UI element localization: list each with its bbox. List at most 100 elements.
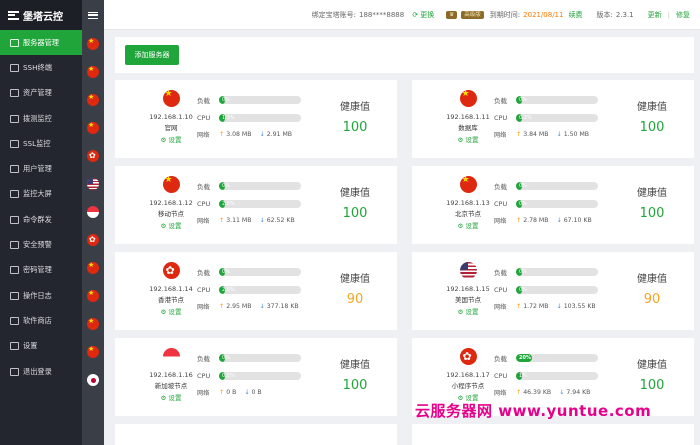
server-shortcut[interactable] — [82, 30, 104, 58]
flag-cn-icon — [87, 290, 99, 302]
server-metrics: 负载 0% CPU 0.5% 网络 ↑ 0 B ↓ 0 B — [197, 352, 315, 397]
settings-label: 设置 — [465, 308, 479, 316]
sidebar-item-11[interactable]: 操作日志 — [0, 283, 82, 308]
alert-icon — [10, 241, 19, 250]
sidebar-item-4[interactable]: 拨测监控 — [0, 106, 82, 131]
cpu-bar: 1% — [516, 372, 598, 380]
sidebar-item-10[interactable]: 密码管理 — [0, 258, 82, 283]
load-bar: 0% — [219, 268, 301, 276]
server-metrics: 负载 0% CPU 2.5% 网络 ↑ 3.11 MB ↓ 62.52 KB — [197, 180, 315, 225]
load-label: 负载 — [494, 97, 507, 105]
flag-us-icon — [459, 262, 477, 279]
upload-value: 1.72 MB — [523, 303, 549, 310]
arrow-up-icon: ↑ — [516, 217, 522, 224]
arrow-down-icon: ↓ — [259, 217, 265, 224]
sidebar-item-6[interactable]: 用户管理 — [0, 156, 82, 181]
change-account-link[interactable]: ⟳ 更换 — [412, 10, 434, 20]
arrow-up-icon: ↑ — [219, 389, 225, 396]
cpu-row: CPU 0.2% — [494, 112, 612, 124]
version-number: 2.3.1 — [615, 10, 634, 19]
server-shortcut[interactable] — [82, 198, 104, 226]
flag-cn-icon — [459, 176, 477, 193]
sidebar-item-label: 退出登录 — [23, 366, 52, 376]
server-card[interactable]: 192.168.1.10 官网 ⚙ 设置 负载 0% CPU 1.3% 网络 — [115, 80, 397, 158]
sidebar-item-13[interactable]: 设置 — [0, 334, 82, 359]
sidebar-item-3[interactable]: 资产管理 — [0, 81, 82, 106]
gear-icon — [10, 342, 19, 351]
sidebar-item-5[interactable]: SSL监控 — [0, 131, 82, 156]
arrow-up-icon: ↑ — [219, 131, 225, 138]
renew-link[interactable]: 续费 — [568, 10, 582, 20]
sidebar-item-2[interactable]: SSH终端 — [0, 55, 82, 80]
sidebar-item-1[interactable]: 服务器管理 — [0, 30, 82, 56]
server-card[interactable] — [412, 424, 694, 445]
server-shortcut[interactable] — [82, 114, 104, 142]
sidebar-item-14[interactable]: 退出登录 — [0, 359, 82, 384]
server-shortcut[interactable] — [82, 142, 104, 170]
settings-icon: ⚙ — [457, 136, 464, 144]
server-shortcut[interactable] — [82, 282, 104, 310]
load-value: 20% — [519, 355, 531, 361]
sidebar-item-7[interactable]: 监控大屏 — [0, 182, 82, 207]
server-shortcut[interactable] — [82, 338, 104, 366]
settings-label: 设置 — [465, 222, 479, 230]
download-value: 377.18 KB — [266, 303, 299, 310]
server-card[interactable]: 192.168.1.16 新加坡节点 ⚙ 设置 负载 0% CPU 0.5% 网… — [115, 338, 397, 416]
server-shortcut[interactable] — [82, 226, 104, 254]
sidebar-item-9[interactable]: 安全预警 — [0, 232, 82, 257]
health-block: 健康值 100 — [624, 184, 680, 221]
cpu-bar: 0% — [516, 286, 598, 294]
server-shortcut[interactable] — [82, 170, 104, 198]
download-value: 103.55 KB — [563, 303, 596, 310]
network-label: 网络 — [494, 390, 507, 397]
flag-cn-icon — [87, 346, 99, 358]
flag-sg-icon — [162, 348, 180, 365]
sidebar-item-label: 设置 — [23, 341, 38, 351]
server-shortcut[interactable] — [82, 58, 104, 86]
store-icon — [10, 316, 19, 325]
server-card[interactable]: 192.168.1.12 移动节点 ⚙ 设置 负载 0% CPU 2.5% 网络 — [115, 166, 397, 244]
network-label: 网络 — [494, 218, 507, 225]
load-value: 0% — [222, 183, 230, 189]
server-shortcut[interactable] — [82, 366, 104, 394]
server-shortcut[interactable] — [82, 254, 104, 282]
health-value: 100 — [639, 206, 665, 221]
cpu-value: 2.5% — [222, 287, 235, 293]
health-block: 健康值 100 — [624, 98, 680, 135]
update-link[interactable]: 更新 — [648, 10, 662, 20]
settings-label: 设置 — [168, 222, 182, 230]
cpu-row: CPU 1% — [494, 370, 612, 382]
server-metrics: 负载 0% CPU 0% 网络 ↑ 1.72 MB ↓ 103.55 KB — [494, 266, 612, 311]
server-card[interactable]: 192.168.1.13 北京节点 ⚙ 设置 负载 0% CPU 0% 网络 — [412, 166, 694, 244]
load-bar: 0% — [219, 182, 301, 190]
repair-link[interactable]: 修复 — [676, 10, 690, 20]
server-card[interactable]: 192.168.1.14 香港节点 ⚙ 设置 负载 0% CPU 2.5% 网络 — [115, 252, 397, 330]
server-card[interactable]: 192.168.1.15 美国节点 ⚙ 设置 负载 0% CPU 0% 网络 ↑… — [412, 252, 694, 330]
sidebar-item-label: 拨测监控 — [23, 113, 52, 123]
server-card[interactable] — [115, 424, 397, 445]
cpu-bar: 1.3% — [219, 114, 301, 122]
load-value: 0% — [519, 97, 527, 103]
cpu-bar: 0.2% — [516, 114, 598, 122]
upload-value: 46.39 KB — [523, 389, 552, 396]
flag-hk-icon — [162, 262, 180, 279]
health-label: 健康值 — [637, 188, 667, 199]
server-card[interactable]: 192.168.1.11 数据库 ⚙ 设置 负载 0% CPU 0.2% 网络 — [412, 80, 694, 158]
sidebar-item-label: SSL监控 — [23, 138, 51, 148]
cpu-row: CPU 2.5% — [197, 284, 315, 296]
health-value: 100 — [342, 120, 368, 135]
brand: 堡塔云控 — [0, 0, 82, 30]
log-icon — [10, 291, 19, 300]
sidebar-item-8[interactable]: 命令群发 — [0, 207, 82, 232]
server-shortcut[interactable] — [82, 310, 104, 338]
upload-value: 3.11 MB — [226, 217, 252, 224]
server-metrics: 负载 0% CPU 1.3% 网络 ↑ 3.08 MB ↓ 2.91 MB — [197, 94, 315, 139]
menu-toggle-button[interactable] — [82, 0, 104, 30]
cpu-value: 0.2% — [519, 115, 532, 121]
cpu-bar: 2.5% — [219, 286, 301, 294]
cpu-label: CPU — [197, 114, 211, 122]
cpu-value: 0.5% — [222, 373, 235, 379]
sidebar-item-12[interactable]: 软件商店 — [0, 308, 82, 333]
add-server-button[interactable]: 添加服务器 — [125, 45, 179, 65]
server-shortcut[interactable] — [82, 86, 104, 114]
